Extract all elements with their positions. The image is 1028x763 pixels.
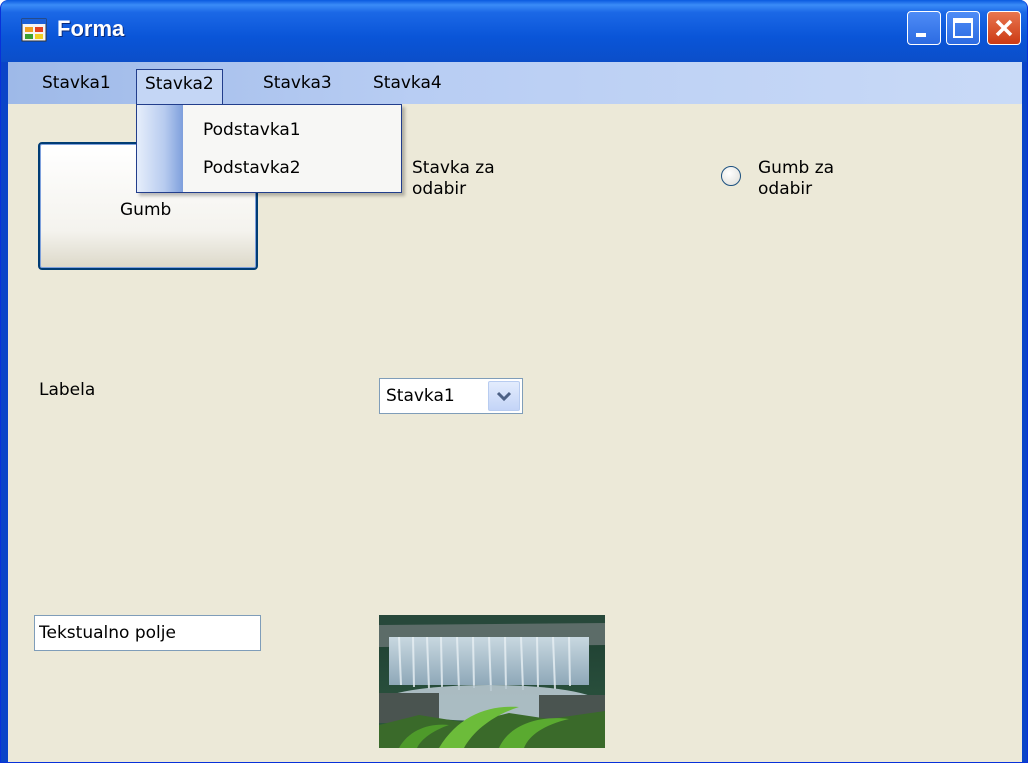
app-window: Forma Stavka1 Stavka2 Stavka3 Stavka4 Po… — [0, 0, 1028, 763]
form-client-area: Stavka1 Stavka2 Stavka3 Stavka4 Podstavk… — [8, 62, 1022, 762]
menu-item-stavka1[interactable]: Stavka1 — [34, 69, 119, 97]
title-bar[interactable]: Forma — [1, 0, 1027, 62]
chevron-down-icon — [496, 391, 512, 402]
submenu-item-podstavka2[interactable]: Podstavka2 — [203, 158, 301, 178]
maximize-icon — [953, 18, 973, 38]
submenu-image-margin — [137, 105, 183, 192]
checkbox-label[interactable]: Stavka za odabir — [412, 158, 542, 200]
minimize-button[interactable] — [907, 11, 941, 45]
radio-button[interactable] — [721, 166, 741, 186]
submenu-item-podstavka1[interactable]: Podstavka1 — [203, 120, 301, 140]
text-field[interactable] — [34, 615, 261, 651]
combo-box[interactable]: Stavka1 — [379, 378, 523, 414]
gumb-button-label: Gumb — [120, 200, 172, 220]
radio-label[interactable]: Gumb za odabir — [758, 158, 888, 200]
combo-box-dropdown-button[interactable] — [488, 381, 520, 411]
menu-bar: Stavka1 Stavka2 Stavka3 Stavka4 — [8, 62, 1022, 105]
minimize-icon — [916, 33, 926, 37]
waterfall-image — [379, 615, 605, 748]
menu-item-stavka2[interactable]: Stavka2 — [136, 69, 223, 105]
combo-box-value: Stavka1 — [386, 386, 455, 406]
close-button[interactable] — [987, 11, 1021, 45]
app-icon — [21, 18, 47, 42]
maximize-button[interactable] — [946, 11, 980, 45]
menu-item-stavka3[interactable]: Stavka3 — [255, 69, 340, 97]
menu-item-stavka4[interactable]: Stavka4 — [365, 69, 450, 97]
submenu-dropdown: Podstavka1 Podstavka2 — [136, 104, 402, 193]
label: Labela — [39, 380, 96, 400]
close-icon — [995, 19, 1013, 37]
window-title: Forma — [57, 16, 125, 41]
